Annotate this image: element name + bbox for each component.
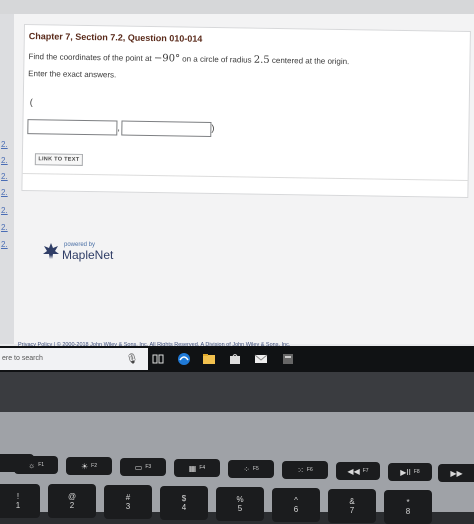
search-placeholder: ere to search	[2, 355, 43, 362]
maplenet-logo: powered by MapleNet	[42, 242, 113, 265]
sidebar-item[interactable]: 2.	[1, 140, 8, 149]
f8-glyph: ▶II	[400, 467, 411, 477]
key-2-bottom: 2	[69, 501, 75, 510]
f4-label: F4	[199, 465, 206, 471]
question-title: Chapter 7, Section 7.2, Question 010-014	[28, 31, 203, 44]
f3-glyph: ▭	[134, 462, 143, 472]
y-coordinate-input[interactable]	[121, 120, 212, 137]
key-8-top: *	[406, 498, 410, 507]
maple-leaf-icon	[43, 243, 59, 259]
file-explorer-icon[interactable]	[201, 351, 217, 367]
key-6-bottom: 6	[293, 505, 299, 514]
question-radius: 2.5	[253, 54, 270, 66]
f2-key[interactable]: ☀ F2	[66, 457, 112, 475]
sidebar-item[interactable]: 2.	[1, 240, 8, 249]
f6-glyph: ⁙	[297, 465, 304, 475]
question-card: Chapter 7, Section 7.2, Question 010-014…	[21, 24, 471, 199]
edge-browser-icon[interactable]	[176, 351, 192, 367]
laptop-keyboard-deck: ☼ F1 ☀ F2 ▭ F3 ▦ F4 ⁘ F5 ⁙ F6 ◀◀ F7 ▶II F8 ▶▶ ! 1…	[0, 412, 474, 524]
f6-label: F6	[306, 467, 313, 473]
f1-key[interactable]: ☼ F1	[14, 456, 58, 474]
f7-label: F7	[362, 468, 369, 474]
key-3-top: #	[125, 493, 131, 502]
microphone-icon[interactable]: 🎙	[124, 351, 140, 367]
f9-key[interactable]: ▶▶	[438, 464, 474, 482]
sidebar-item[interactable]: 2.	[1, 223, 8, 232]
sidebar-item[interactable]: 2.	[1, 206, 8, 215]
f1-glyph: ☼	[27, 460, 36, 470]
windows-taskbar: ere to search 🎙	[0, 346, 474, 372]
question-suffix: centered at the origin.	[269, 55, 350, 67]
f4-glyph: ▦	[188, 463, 197, 473]
app-icon[interactable]	[280, 351, 296, 367]
f8-key[interactable]: ▶II F8	[388, 463, 432, 481]
key-4[interactable]: $4	[160, 486, 208, 520]
f3-key[interactable]: ▭ F3	[120, 458, 166, 476]
card-divider	[22, 172, 468, 181]
f5-key[interactable]: ⁘ F5	[228, 460, 274, 478]
f2-label: F2	[91, 463, 97, 469]
close-paren: )	[211, 122, 215, 134]
comma: ,	[117, 122, 120, 133]
maplenet-name: MapleNet	[62, 248, 114, 262]
question-angle: −90°	[153, 53, 181, 65]
monitor-screen: 2. 2. 2. 2. 2. 2. 2. Chapter 7, Section …	[0, 0, 474, 378]
f3-label: F3	[145, 464, 152, 470]
task-view-icon[interactable]	[150, 351, 166, 367]
f4-key[interactable]: ▦ F4	[174, 459, 220, 477]
key-5-top: %	[236, 495, 244, 504]
f5-label: F5	[252, 466, 259, 472]
f7-glyph: ◀◀	[347, 466, 360, 476]
key-3-bottom: 3	[125, 502, 131, 511]
question-instruction: Enter the exact answers.	[28, 69, 117, 80]
key-1-bottom: 1	[15, 501, 21, 510]
sidebar-item[interactable]: 2.	[1, 188, 8, 197]
mail-icon[interactable]	[253, 351, 269, 367]
key-4-top: $	[181, 494, 187, 503]
sidebar-item[interactable]: 2.	[1, 172, 8, 181]
key-7[interactable]: & 7	[328, 489, 376, 523]
f2-glyph: ☀	[80, 461, 89, 471]
f6-key[interactable]: ⁙ F6	[282, 461, 328, 479]
laptop-bezel	[0, 372, 474, 412]
question-sidebar: 2. 2. 2. 2. 2. 2. 2.	[0, 14, 15, 344]
key-2-top: @	[67, 492, 77, 501]
question-text: Find the coordinates of the point at −90…	[28, 51, 349, 67]
browser-top-bar	[0, 0, 474, 14]
question-mid: on a circle of radius	[179, 54, 254, 65]
store-icon[interactable]	[227, 351, 243, 367]
f9-glyph: ▶▶	[450, 468, 463, 478]
key-5[interactable]: % 5	[216, 487, 264, 521]
question-prefix: Find the coordinates of the point at	[28, 52, 154, 64]
key-6-top: ^	[294, 496, 298, 505]
key-1[interactable]: ! 1	[0, 484, 40, 518]
key-7-top: &	[349, 497, 355, 506]
key-8[interactable]: * 8	[384, 490, 432, 524]
key-1-top: !	[16, 492, 20, 501]
f5-glyph: ⁘	[243, 464, 250, 474]
key-7-bottom: 7	[349, 506, 355, 515]
content-panel: Chapter 7, Section 7.2, Question 010-014…	[14, 14, 474, 348]
key-6[interactable]: ^ 6	[272, 488, 320, 522]
f8-label: F8	[413, 469, 420, 475]
sidebar-item[interactable]: 2.	[1, 156, 8, 165]
f7-key[interactable]: ◀◀ F7	[336, 462, 380, 480]
key-3[interactable]: #3	[104, 485, 152, 519]
key-4-bottom: 4	[181, 503, 187, 512]
key-2[interactable]: @2	[48, 484, 96, 518]
open-paren: (	[29, 97, 33, 108]
x-coordinate-input[interactable]	[27, 119, 118, 136]
f1-label: F1	[38, 462, 45, 468]
link-to-text-button[interactable]: LINK TO TEXT	[34, 153, 83, 166]
